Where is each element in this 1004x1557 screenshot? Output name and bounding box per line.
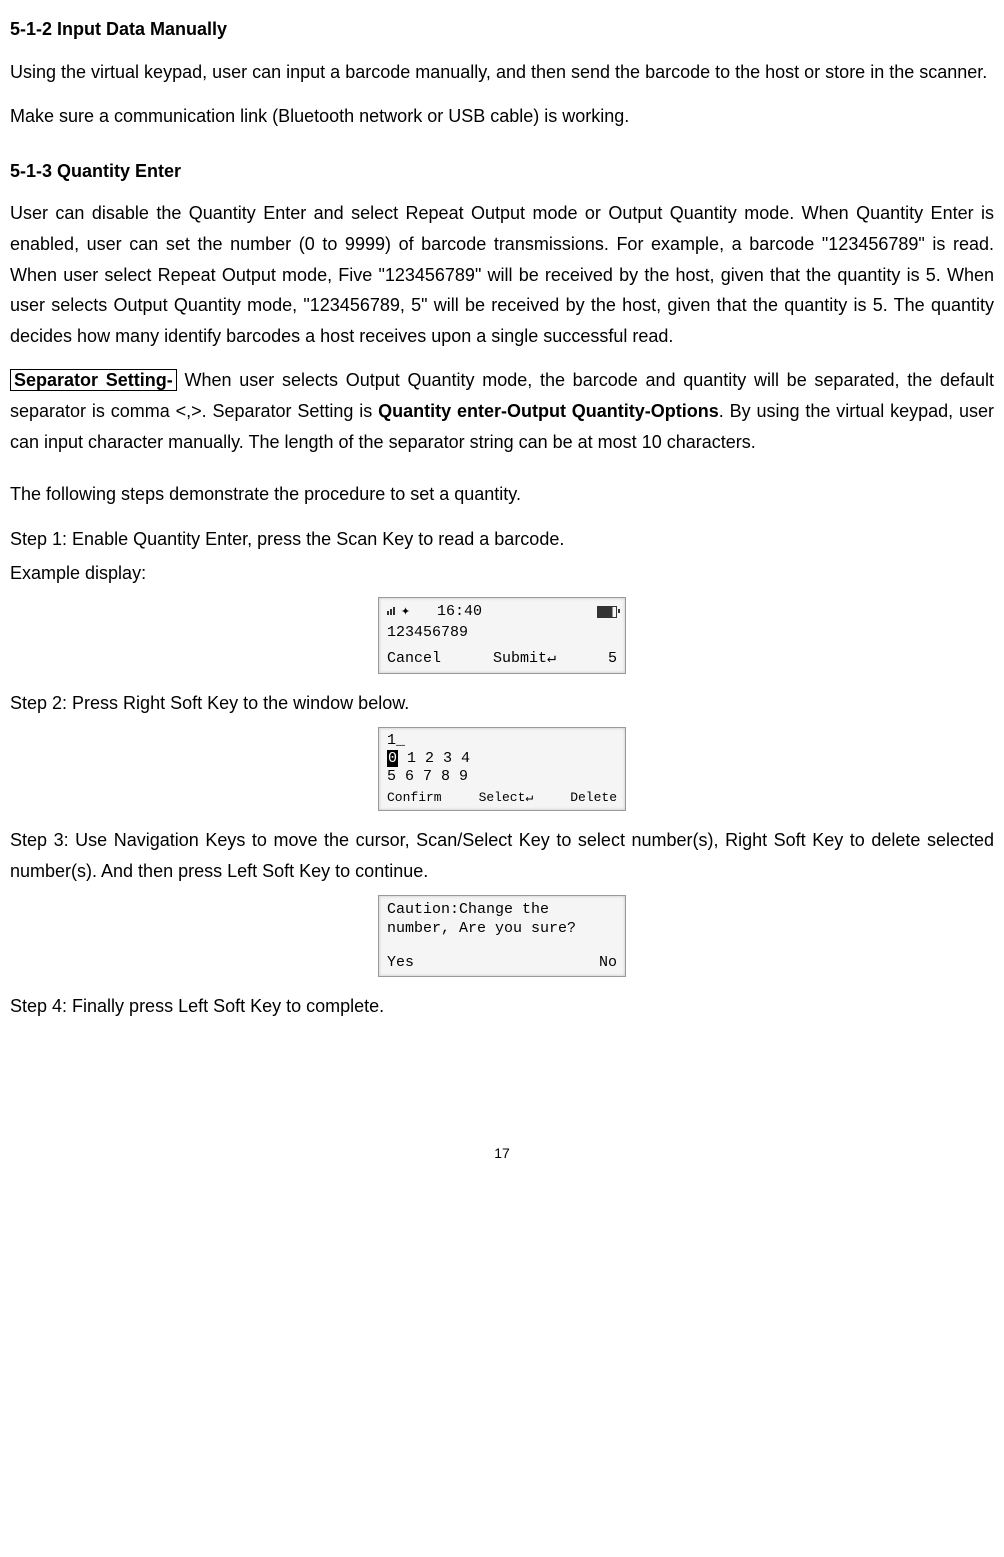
para-5-1-2-a: Using the virtual keypad, user can input… xyxy=(10,57,994,88)
example-display-label: Example display: xyxy=(10,558,994,589)
lcd3-line1: Caution:Change the xyxy=(387,900,617,920)
lcd1-mid: Submit↵ xyxy=(493,649,556,669)
lcd3-right: No xyxy=(599,953,617,973)
lcd-screen-3: Caution:Change the number, Are you sure?… xyxy=(378,895,626,978)
lcd-screen-2: 1_ 0 1 2 3 4 5 6 7 8 9 Confirm Select↵ D… xyxy=(378,727,626,812)
lcd2-line1-rest: 1 2 3 4 xyxy=(398,750,470,767)
lcd1-right: 5 xyxy=(608,649,617,669)
lcd2-left: Confirm xyxy=(387,790,442,807)
step-4: Step 4: Finally press Left Soft Key to c… xyxy=(10,991,994,1022)
lcd1-body: 123456789 xyxy=(387,623,617,645)
lcd2-line0: 1_ xyxy=(387,732,617,750)
lcd2-right: Delete xyxy=(570,790,617,807)
lcd2-highlighted-0: 0 xyxy=(387,750,398,767)
lcd2-line2: 5 6 7 8 9 xyxy=(387,768,617,786)
lcd-screen-1: ✦ 16:40 123456789 Cancel Submit↵ 5 xyxy=(378,597,626,674)
sep-bold: Quantity enter-Output Quantity-Options xyxy=(378,401,719,421)
lcd3-line2: number, Are you sure? xyxy=(387,919,617,939)
step-3: Step 3: Use Navigation Keys to move the … xyxy=(10,825,994,886)
para-5-1-2-b: Make sure a communication link (Bluetoot… xyxy=(10,101,994,132)
page-number: 17 xyxy=(10,1142,994,1166)
step-1: Step 1: Enable Quantity Enter, press the… xyxy=(10,524,994,555)
para-intro-steps: The following steps demonstrate the proc… xyxy=(10,479,994,510)
lcd2-mid: Select↵ xyxy=(479,790,534,807)
lcd2-grid: 1_ 0 1 2 3 4 5 6 7 8 9 xyxy=(387,732,617,786)
boxed-separator-setting: Separator Setting- xyxy=(10,369,177,391)
heading-5-1-3: 5-1-3 Quantity Enter xyxy=(10,156,994,187)
signal-icon xyxy=(387,605,399,615)
step-2: Step 2: Press Right Soft Key to the wind… xyxy=(10,688,994,719)
para-separator: Separator Setting- When user selects Out… xyxy=(10,365,994,457)
heading-5-1-2: 5-1-2 Input Data Manually xyxy=(10,14,994,45)
bt-icon: ✦ xyxy=(401,603,410,620)
lcd3-left: Yes xyxy=(387,953,414,973)
lcd1-left: Cancel xyxy=(387,649,441,669)
lcd1-time: 16:40 xyxy=(437,603,482,620)
battery-icon xyxy=(597,606,617,618)
para-5-1-3-a: User can disable the Quantity Enter and … xyxy=(10,198,994,351)
